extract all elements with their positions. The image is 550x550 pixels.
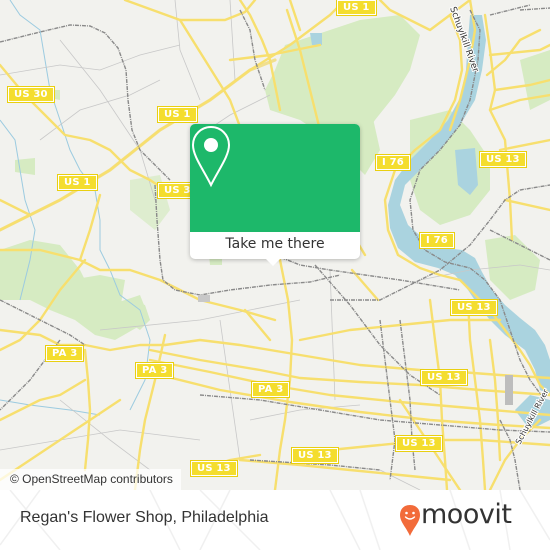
route-shield-pa3-mid: PA 3 (134, 362, 175, 379)
route-shield-i76-lower: I 76 (419, 232, 455, 249)
route-shield-pa3-left: PA 3 (44, 345, 85, 362)
place-name: Regan's Flower Shop, Philadelphia (20, 509, 269, 526)
route-shield-us1-lower: US 1 (57, 174, 98, 191)
map-pin-icon (191, 125, 231, 188)
route-shield-us13-c: US 13 (291, 447, 339, 464)
route-shield-pa3-right: PA 3 (250, 381, 291, 398)
moovit-pin-icon (400, 505, 420, 536)
route-shield-us13-a: US 13 (450, 299, 498, 316)
popup-header (190, 124, 360, 232)
route-shield-us13-upper: US 13 (479, 151, 527, 168)
route-shield-us13-e: US 13 (190, 460, 238, 477)
footer: Regan's Flower Shop, Philadelphia moovit (0, 490, 550, 550)
moovit-logo[interactable]: moovit (399, 499, 539, 538)
take-me-there-button[interactable]: Take me there (190, 232, 360, 259)
route-shield-us13-b: US 13 (420, 369, 468, 386)
map[interactable]: Schuylkill River Schuylkill River US 30 … (0, 0, 550, 490)
route-shield-i76-upper: I 76 (375, 154, 411, 171)
location-popup: Take me there (190, 124, 360, 266)
route-shield-us1: US 1 (157, 106, 198, 123)
map-attribution[interactable]: © OpenStreetMap contributors (0, 469, 181, 490)
moovit-wordmark: moovit (421, 499, 512, 530)
popup-pointer (265, 258, 281, 266)
route-shield-us13-d: US 13 (395, 435, 443, 452)
route-shield-us30: US 30 (7, 86, 55, 103)
route-shield-us1-top: US 1 (336, 0, 377, 16)
